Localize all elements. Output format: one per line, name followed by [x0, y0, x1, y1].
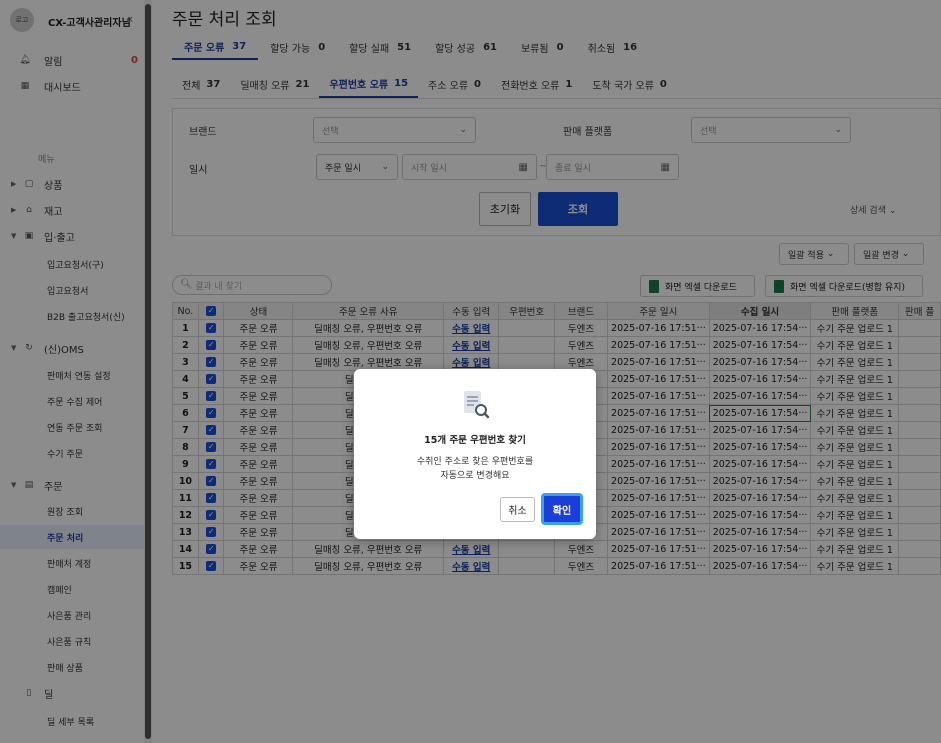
confirm-button[interactable]: 확인	[541, 493, 583, 525]
cancel-button[interactable]: 취소	[500, 497, 535, 522]
dialog-message: 자동으로 변경해요	[440, 471, 510, 481]
app-root: 로고 CX-고객사관리자님 « 🔔︎ 알림 0 ▦ 대시보드 메뉴 ▶ ▢ 상품…	[0, 0, 941, 743]
dialog-title: 15개 주문 우편번호 찾기	[424, 435, 526, 446]
dialog-message: 수취인 주소로 찾은 우편번호를	[416, 457, 534, 467]
document-search-icon	[464, 391, 490, 419]
zipcode-find-dialog: 15개 주문 우편번호 찾기 수취인 주소로 찾은 우편번호를 자동으로 변경해…	[354, 369, 596, 539]
